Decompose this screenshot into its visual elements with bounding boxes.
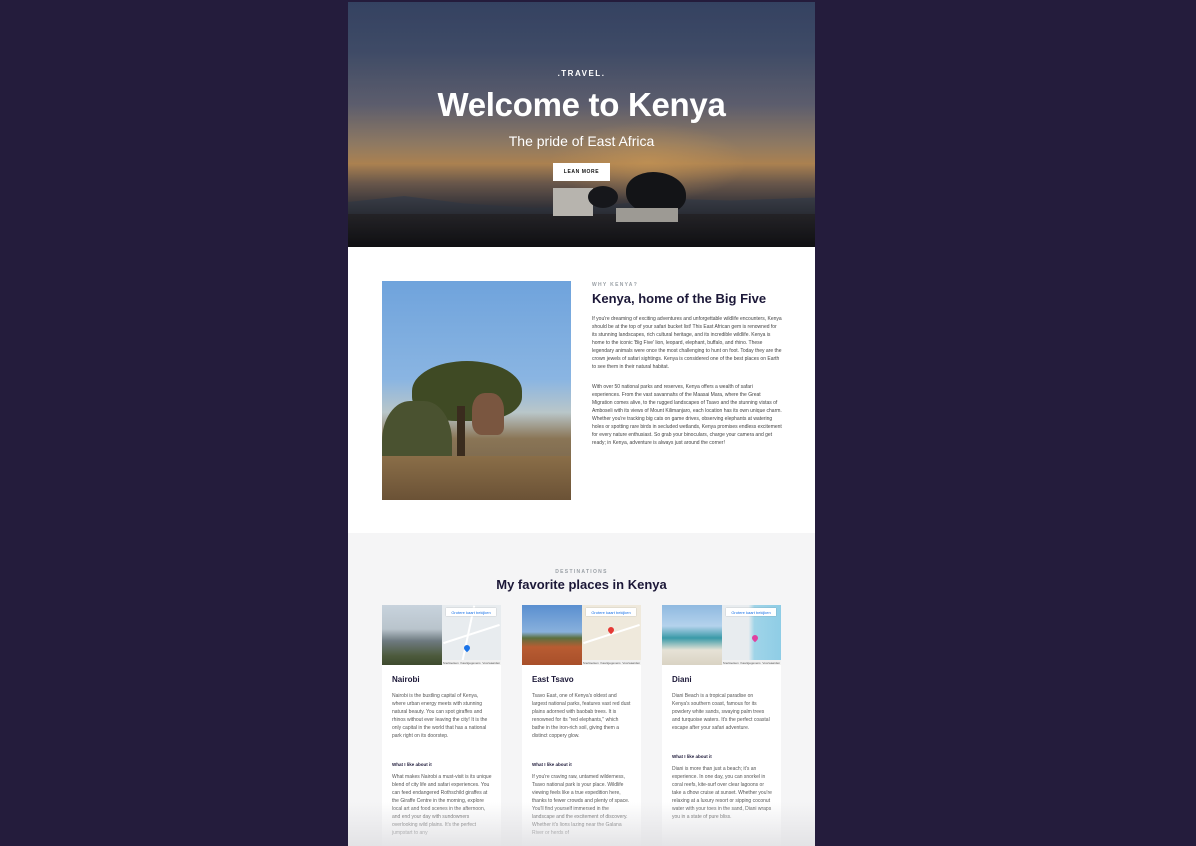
hero-kicker: .TRAVEL.	[557, 69, 606, 78]
destinations-section: DESTINATIONS My favorite places in Kenya…	[348, 533, 815, 846]
map-terms[interactable]: Voorwaarden	[482, 661, 500, 665]
card-name: East Tsavo	[532, 675, 574, 684]
map-terms[interactable]: Voorwaarden	[762, 661, 780, 665]
photo-elephant	[472, 393, 504, 435]
map-shortcuts[interactable]: Sneltoetsen	[723, 661, 739, 665]
east-tsavo-map[interactable]: Grotere kaart bekijken Sneltoetsen Kaart…	[582, 605, 641, 665]
map-shortcuts[interactable]: Sneltoetsen	[583, 661, 599, 665]
card-name: Diani	[672, 675, 692, 684]
map-terms[interactable]: Voorwaarden	[622, 661, 640, 665]
map-footer: Sneltoetsen Kaartgegevens Voorwaarden	[582, 660, 641, 665]
about-kicker: WHY KENYA?	[592, 282, 639, 288]
east-tsavo-photo	[522, 605, 582, 665]
card-description: Diani Beach is a tropical paradise on Ke…	[672, 693, 770, 731]
about-paragraph-1: If you're dreaming of exciting adventure…	[592, 316, 782, 370]
map-data[interactable]: Kaartgegevens	[600, 661, 620, 665]
hero-overlay	[348, 2, 815, 247]
card-like-label: What I like about it	[532, 762, 572, 767]
card-name: Nairobi	[392, 675, 420, 684]
map-footer: Sneltoetsen Kaartgegevens Voorwaarden	[722, 660, 781, 665]
page: .TRAVEL. Welcome to Kenya The pride of E…	[348, 2, 815, 846]
hero-section: .TRAVEL. Welcome to Kenya The pride of E…	[348, 2, 815, 247]
about-title: Kenya, home of the Big Five	[592, 291, 767, 306]
map-footer: Sneltoetsen Kaartgegevens Voorwaarden	[442, 660, 501, 665]
nairobi-photo	[382, 605, 442, 665]
diani-photo	[662, 605, 722, 665]
elephant-photo	[382, 281, 571, 500]
learn-more-button[interactable]: LEAN MORE	[553, 163, 610, 181]
map-data[interactable]: Kaartgegevens	[460, 661, 480, 665]
destinations-kicker: DESTINATIONS	[555, 569, 608, 575]
map-shortcuts[interactable]: Sneltoetsen	[443, 661, 459, 665]
map-data[interactable]: Kaartgegevens	[740, 661, 760, 665]
hero-title: Welcome to Kenya	[437, 86, 726, 123]
view-larger-map-button[interactable]: Grotere kaart bekijken	[586, 608, 636, 616]
card-description: Tsavo East, one of Kenya's oldest and la…	[532, 693, 631, 739]
destinations-title: My favorite places in Kenya	[496, 577, 667, 592]
diani-map[interactable]: Grotere kaart bekijken Sneltoetsen Kaart…	[722, 605, 781, 665]
nairobi-map[interactable]: Grotere kaart bekijken Sneltoetsen Kaart…	[442, 605, 501, 665]
photo-grass	[382, 456, 571, 500]
bottom-fade	[348, 802, 815, 846]
card-description: Nairobi is the bustling capital of Kenya…	[392, 693, 488, 739]
map-road	[443, 623, 500, 645]
view-larger-map-button[interactable]: Grotere kaart bekijken	[726, 608, 776, 616]
about-paragraph-2: With over 50 national parks and reserves…	[592, 384, 782, 446]
view-larger-map-button[interactable]: Grotere kaart bekijken	[446, 608, 496, 616]
card-like-label: What I like about it	[392, 762, 432, 767]
map-pin-icon	[750, 633, 760, 643]
hero-subtitle: The pride of East Africa	[508, 133, 655, 149]
card-like-label: What I like about it	[672, 754, 712, 759]
